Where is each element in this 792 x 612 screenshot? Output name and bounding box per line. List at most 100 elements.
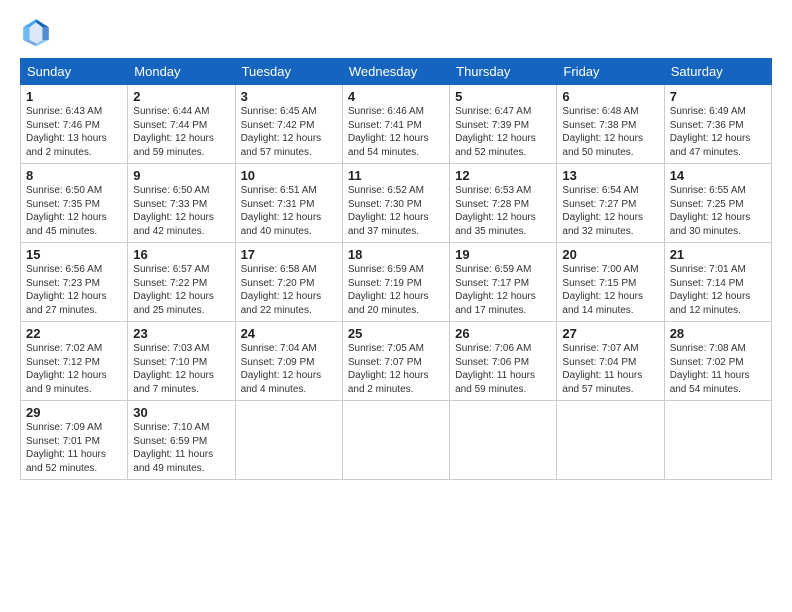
calendar-cell: 6Sunrise: 6:48 AMSunset: 7:38 PMDaylight… bbox=[557, 85, 664, 164]
day-number: 9 bbox=[133, 168, 229, 183]
calendar-cell: 8Sunrise: 6:50 AMSunset: 7:35 PMDaylight… bbox=[21, 164, 128, 243]
day-number: 13 bbox=[562, 168, 658, 183]
day-info: Sunrise: 6:58 AMSunset: 7:20 PMDaylight:… bbox=[241, 263, 337, 317]
day-info: Sunrise: 7:06 AMSunset: 7:06 PMDaylight:… bbox=[455, 342, 551, 396]
header bbox=[20, 16, 772, 48]
day-info: Sunrise: 7:05 AMSunset: 7:07 PMDaylight:… bbox=[348, 342, 444, 396]
calendar-cell: 1Sunrise: 6:43 AMSunset: 7:46 PMDaylight… bbox=[21, 85, 128, 164]
logo bbox=[20, 16, 58, 48]
day-number: 20 bbox=[562, 247, 658, 262]
calendar-cell: 9Sunrise: 6:50 AMSunset: 7:33 PMDaylight… bbox=[128, 164, 235, 243]
weekday-header: Saturday bbox=[664, 59, 771, 85]
day-number: 10 bbox=[241, 168, 337, 183]
day-info: Sunrise: 6:55 AMSunset: 7:25 PMDaylight:… bbox=[670, 184, 766, 238]
day-info: Sunrise: 7:01 AMSunset: 7:14 PMDaylight:… bbox=[670, 263, 766, 317]
calendar-cell: 17Sunrise: 6:58 AMSunset: 7:20 PMDayligh… bbox=[235, 243, 342, 322]
calendar-cell: 5Sunrise: 6:47 AMSunset: 7:39 PMDaylight… bbox=[450, 85, 557, 164]
calendar-row: 22Sunrise: 7:02 AMSunset: 7:12 PMDayligh… bbox=[21, 322, 772, 401]
day-info: Sunrise: 7:10 AMSunset: 6:59 PMDaylight:… bbox=[133, 421, 229, 475]
calendar-cell: 21Sunrise: 7:01 AMSunset: 7:14 PMDayligh… bbox=[664, 243, 771, 322]
calendar-row: 29Sunrise: 7:09 AMSunset: 7:01 PMDayligh… bbox=[21, 401, 772, 480]
day-info: Sunrise: 6:54 AMSunset: 7:27 PMDaylight:… bbox=[562, 184, 658, 238]
calendar-cell: 15Sunrise: 6:56 AMSunset: 7:23 PMDayligh… bbox=[21, 243, 128, 322]
day-number: 18 bbox=[348, 247, 444, 262]
day-number: 28 bbox=[670, 326, 766, 341]
calendar-cell: 11Sunrise: 6:52 AMSunset: 7:30 PMDayligh… bbox=[342, 164, 449, 243]
weekday-header: Friday bbox=[557, 59, 664, 85]
calendar-cell: 26Sunrise: 7:06 AMSunset: 7:06 PMDayligh… bbox=[450, 322, 557, 401]
day-number: 12 bbox=[455, 168, 551, 183]
calendar-cell: 25Sunrise: 7:05 AMSunset: 7:07 PMDayligh… bbox=[342, 322, 449, 401]
day-info: Sunrise: 7:00 AMSunset: 7:15 PMDaylight:… bbox=[562, 263, 658, 317]
calendar-cell: 14Sunrise: 6:55 AMSunset: 7:25 PMDayligh… bbox=[664, 164, 771, 243]
calendar-row: 8Sunrise: 6:50 AMSunset: 7:35 PMDaylight… bbox=[21, 164, 772, 243]
day-number: 6 bbox=[562, 89, 658, 104]
day-number: 11 bbox=[348, 168, 444, 183]
calendar-cell: 20Sunrise: 7:00 AMSunset: 7:15 PMDayligh… bbox=[557, 243, 664, 322]
calendar-row: 1Sunrise: 6:43 AMSunset: 7:46 PMDaylight… bbox=[21, 85, 772, 164]
day-number: 24 bbox=[241, 326, 337, 341]
calendar-cell: 19Sunrise: 6:59 AMSunset: 7:17 PMDayligh… bbox=[450, 243, 557, 322]
weekday-header: Thursday bbox=[450, 59, 557, 85]
calendar-cell bbox=[235, 401, 342, 480]
weekday-header: Tuesday bbox=[235, 59, 342, 85]
day-number: 17 bbox=[241, 247, 337, 262]
calendar-cell: 3Sunrise: 6:45 AMSunset: 7:42 PMDaylight… bbox=[235, 85, 342, 164]
day-info: Sunrise: 7:09 AMSunset: 7:01 PMDaylight:… bbox=[26, 421, 122, 475]
calendar-cell: 24Sunrise: 7:04 AMSunset: 7:09 PMDayligh… bbox=[235, 322, 342, 401]
weekday-header: Sunday bbox=[21, 59, 128, 85]
day-info: Sunrise: 7:08 AMSunset: 7:02 PMDaylight:… bbox=[670, 342, 766, 396]
day-info: Sunrise: 7:02 AMSunset: 7:12 PMDaylight:… bbox=[26, 342, 122, 396]
calendar-cell bbox=[450, 401, 557, 480]
weekday-header: Wednesday bbox=[342, 59, 449, 85]
day-info: Sunrise: 6:45 AMSunset: 7:42 PMDaylight:… bbox=[241, 105, 337, 159]
calendar-cell: 22Sunrise: 7:02 AMSunset: 7:12 PMDayligh… bbox=[21, 322, 128, 401]
calendar-cell bbox=[557, 401, 664, 480]
calendar-cell: 23Sunrise: 7:03 AMSunset: 7:10 PMDayligh… bbox=[128, 322, 235, 401]
day-info: Sunrise: 7:03 AMSunset: 7:10 PMDaylight:… bbox=[133, 342, 229, 396]
calendar-cell: 18Sunrise: 6:59 AMSunset: 7:19 PMDayligh… bbox=[342, 243, 449, 322]
logo-icon bbox=[20, 16, 52, 48]
day-info: Sunrise: 6:52 AMSunset: 7:30 PMDaylight:… bbox=[348, 184, 444, 238]
calendar-header-row: SundayMondayTuesdayWednesdayThursdayFrid… bbox=[21, 59, 772, 85]
calendar-cell: 10Sunrise: 6:51 AMSunset: 7:31 PMDayligh… bbox=[235, 164, 342, 243]
day-number: 4 bbox=[348, 89, 444, 104]
day-number: 23 bbox=[133, 326, 229, 341]
day-number: 7 bbox=[670, 89, 766, 104]
calendar-row: 15Sunrise: 6:56 AMSunset: 7:23 PMDayligh… bbox=[21, 243, 772, 322]
day-info: Sunrise: 6:53 AMSunset: 7:28 PMDaylight:… bbox=[455, 184, 551, 238]
calendar-cell: 13Sunrise: 6:54 AMSunset: 7:27 PMDayligh… bbox=[557, 164, 664, 243]
day-info: Sunrise: 7:04 AMSunset: 7:09 PMDaylight:… bbox=[241, 342, 337, 396]
day-info: Sunrise: 6:43 AMSunset: 7:46 PMDaylight:… bbox=[26, 105, 122, 159]
calendar-table: SundayMondayTuesdayWednesdayThursdayFrid… bbox=[20, 58, 772, 480]
day-info: Sunrise: 7:07 AMSunset: 7:04 PMDaylight:… bbox=[562, 342, 658, 396]
day-info: Sunrise: 6:50 AMSunset: 7:35 PMDaylight:… bbox=[26, 184, 122, 238]
day-info: Sunrise: 6:44 AMSunset: 7:44 PMDaylight:… bbox=[133, 105, 229, 159]
day-info: Sunrise: 6:59 AMSunset: 7:17 PMDaylight:… bbox=[455, 263, 551, 317]
day-number: 16 bbox=[133, 247, 229, 262]
page-container: SundayMondayTuesdayWednesdayThursdayFrid… bbox=[0, 0, 792, 490]
day-number: 25 bbox=[348, 326, 444, 341]
day-number: 15 bbox=[26, 247, 122, 262]
day-info: Sunrise: 6:46 AMSunset: 7:41 PMDaylight:… bbox=[348, 105, 444, 159]
calendar-cell: 12Sunrise: 6:53 AMSunset: 7:28 PMDayligh… bbox=[450, 164, 557, 243]
calendar-cell bbox=[342, 401, 449, 480]
calendar-cell bbox=[664, 401, 771, 480]
calendar-cell: 30Sunrise: 7:10 AMSunset: 6:59 PMDayligh… bbox=[128, 401, 235, 480]
day-info: Sunrise: 6:48 AMSunset: 7:38 PMDaylight:… bbox=[562, 105, 658, 159]
day-info: Sunrise: 6:57 AMSunset: 7:22 PMDaylight:… bbox=[133, 263, 229, 317]
calendar-cell: 16Sunrise: 6:57 AMSunset: 7:22 PMDayligh… bbox=[128, 243, 235, 322]
calendar-cell: 29Sunrise: 7:09 AMSunset: 7:01 PMDayligh… bbox=[21, 401, 128, 480]
day-info: Sunrise: 6:50 AMSunset: 7:33 PMDaylight:… bbox=[133, 184, 229, 238]
day-number: 29 bbox=[26, 405, 122, 420]
calendar-cell: 4Sunrise: 6:46 AMSunset: 7:41 PMDaylight… bbox=[342, 85, 449, 164]
day-number: 5 bbox=[455, 89, 551, 104]
day-number: 8 bbox=[26, 168, 122, 183]
day-number: 19 bbox=[455, 247, 551, 262]
day-number: 14 bbox=[670, 168, 766, 183]
day-number: 3 bbox=[241, 89, 337, 104]
day-info: Sunrise: 6:51 AMSunset: 7:31 PMDaylight:… bbox=[241, 184, 337, 238]
day-info: Sunrise: 6:59 AMSunset: 7:19 PMDaylight:… bbox=[348, 263, 444, 317]
day-number: 21 bbox=[670, 247, 766, 262]
day-number: 27 bbox=[562, 326, 658, 341]
